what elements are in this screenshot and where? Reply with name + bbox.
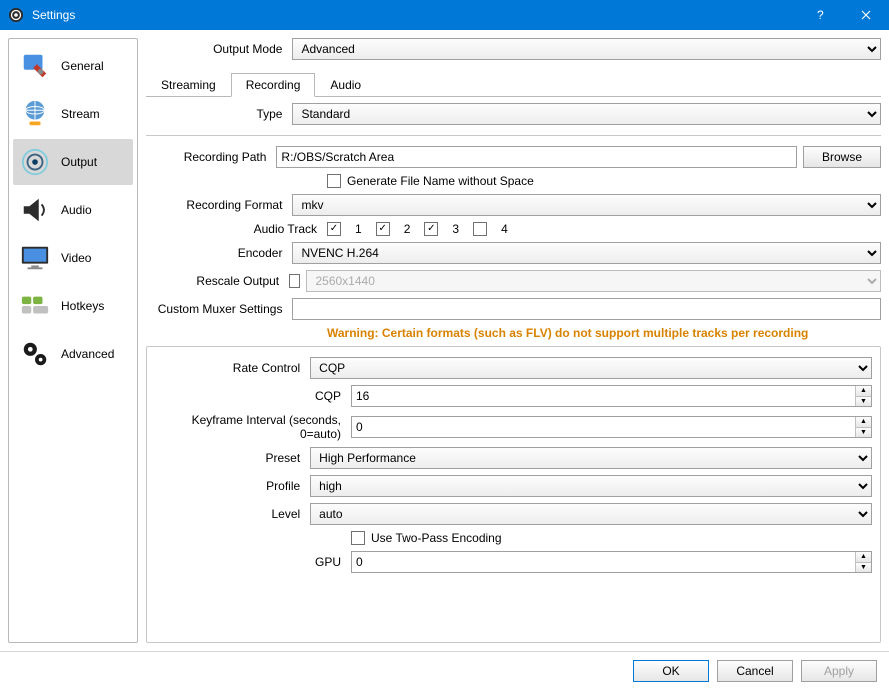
gpu-label: GPU <box>155 555 345 569</box>
encoder-panel: Rate Control CQP CQP ▲▼ Keyframe Interva… <box>146 346 881 643</box>
muxer-label: Custom Muxer Settings <box>146 302 286 316</box>
tab-audio[interactable]: Audio <box>315 73 376 97</box>
type-label: Type <box>146 107 286 121</box>
cqp-down[interactable]: ▼ <box>855 397 871 407</box>
recording-format-label: Recording Format <box>146 198 286 212</box>
svg-text:?: ? <box>817 8 824 22</box>
sidebar-item-video[interactable]: Video <box>13 235 133 281</box>
rate-control-label: Rate Control <box>155 361 304 375</box>
sidebar-item-hotkeys[interactable]: Hotkeys <box>13 283 133 329</box>
gpu-up[interactable]: ▲ <box>855 552 871 563</box>
recording-format-select[interactable]: mkv <box>292 194 881 216</box>
sidebar-item-advanced[interactable]: Advanced <box>13 331 133 377</box>
audio-track-label: Audio Track <box>146 222 321 236</box>
two-pass-checkbox[interactable] <box>351 531 365 545</box>
window-title: Settings <box>32 8 797 22</box>
sidebar-label: Video <box>61 251 91 265</box>
apply-button[interactable]: Apply <box>801 660 877 682</box>
track-1-checkbox[interactable] <box>327 222 341 236</box>
gpu-down[interactable]: ▼ <box>855 563 871 573</box>
cqp-up[interactable]: ▲ <box>855 386 871 397</box>
sidebar-item-general[interactable]: General <box>13 43 133 89</box>
encoder-label: Encoder <box>146 246 286 260</box>
rescale-label: Rescale Output <box>146 274 283 288</box>
cqp-label: CQP <box>155 389 345 403</box>
track-4-checkbox[interactable] <box>473 222 487 236</box>
ok-button[interactable]: OK <box>633 660 709 682</box>
gen-filename-label: Generate File Name without Space <box>347 174 534 188</box>
cqp-input[interactable] <box>351 385 872 407</box>
keyframe-label: Keyframe Interval (seconds, 0=auto) <box>155 413 345 441</box>
app-icon <box>8 7 24 23</box>
rate-control-select[interactable]: CQP <box>310 357 872 379</box>
close-button[interactable] <box>843 0 889 30</box>
level-select[interactable]: auto <box>310 503 872 525</box>
profile-label: Profile <box>155 479 304 493</box>
warning-text: Warning: Certain formats (such as FLV) d… <box>327 326 808 340</box>
tab-recording[interactable]: Recording <box>231 73 316 97</box>
output-mode-select[interactable]: Advanced <box>292 38 881 60</box>
rescale-select: 2560x1440 <box>306 270 881 292</box>
track-4-label: 4 <box>501 222 508 236</box>
speaker-icon <box>19 194 51 226</box>
wrench-icon <box>19 50 51 82</box>
sidebar-label: Hotkeys <box>61 299 104 313</box>
monitor-icon <box>19 242 51 274</box>
sidebar: General Stream Output Audio Video Hotkey… <box>8 38 138 643</box>
track-2-checkbox[interactable] <box>376 222 390 236</box>
sidebar-item-audio[interactable]: Audio <box>13 187 133 233</box>
gpu-input[interactable] <box>351 551 872 573</box>
broadcast-icon <box>19 146 51 178</box>
sidebar-label: General <box>61 59 104 73</box>
cancel-button[interactable]: Cancel <box>717 660 793 682</box>
keyboard-icon <box>19 290 51 322</box>
globe-icon <box>19 98 51 130</box>
preset-label: Preset <box>155 451 304 465</box>
sidebar-label: Advanced <box>61 347 114 361</box>
titlebar: Settings ? <box>0 0 889 30</box>
keyframe-up[interactable]: ▲ <box>855 417 871 428</box>
sidebar-item-output[interactable]: Output <box>13 139 133 185</box>
track-3-label: 3 <box>452 222 459 236</box>
sidebar-label: Stream <box>61 107 100 121</box>
profile-select[interactable]: high <box>310 475 872 497</box>
type-select[interactable]: Standard <box>292 103 881 125</box>
divider <box>146 135 881 136</box>
main-content: Output Mode Advanced Streaming Recording… <box>146 38 881 643</box>
browse-button[interactable]: Browse <box>803 146 881 168</box>
keyframe-down[interactable]: ▼ <box>855 428 871 438</box>
gears-icon <box>19 338 51 370</box>
encoder-select[interactable]: NVENC H.264 <box>292 242 881 264</box>
sidebar-label: Audio <box>61 203 92 217</box>
sidebar-label: Output <box>61 155 97 169</box>
preset-select[interactable]: High Performance <box>310 447 872 469</box>
two-pass-label: Use Two-Pass Encoding <box>371 531 502 545</box>
track-2-label: 2 <box>404 222 411 236</box>
tab-streaming[interactable]: Streaming <box>146 73 231 97</box>
help-button[interactable]: ? <box>797 0 843 30</box>
level-label: Level <box>155 507 304 521</box>
recording-path-label: Recording Path <box>146 150 270 164</box>
recording-path-input[interactable] <box>276 146 797 168</box>
track-1-label: 1 <box>355 222 362 236</box>
keyframe-input[interactable] <box>351 416 872 438</box>
rescale-checkbox[interactable] <box>289 274 300 288</box>
footer: OK Cancel Apply <box>0 651 889 690</box>
muxer-input[interactable] <box>292 298 881 320</box>
gen-filename-checkbox[interactable] <box>327 174 341 188</box>
track-3-checkbox[interactable] <box>424 222 438 236</box>
output-mode-label: Output Mode <box>146 42 286 56</box>
sidebar-item-stream[interactable]: Stream <box>13 91 133 137</box>
tabs: Streaming Recording Audio <box>146 72 881 97</box>
